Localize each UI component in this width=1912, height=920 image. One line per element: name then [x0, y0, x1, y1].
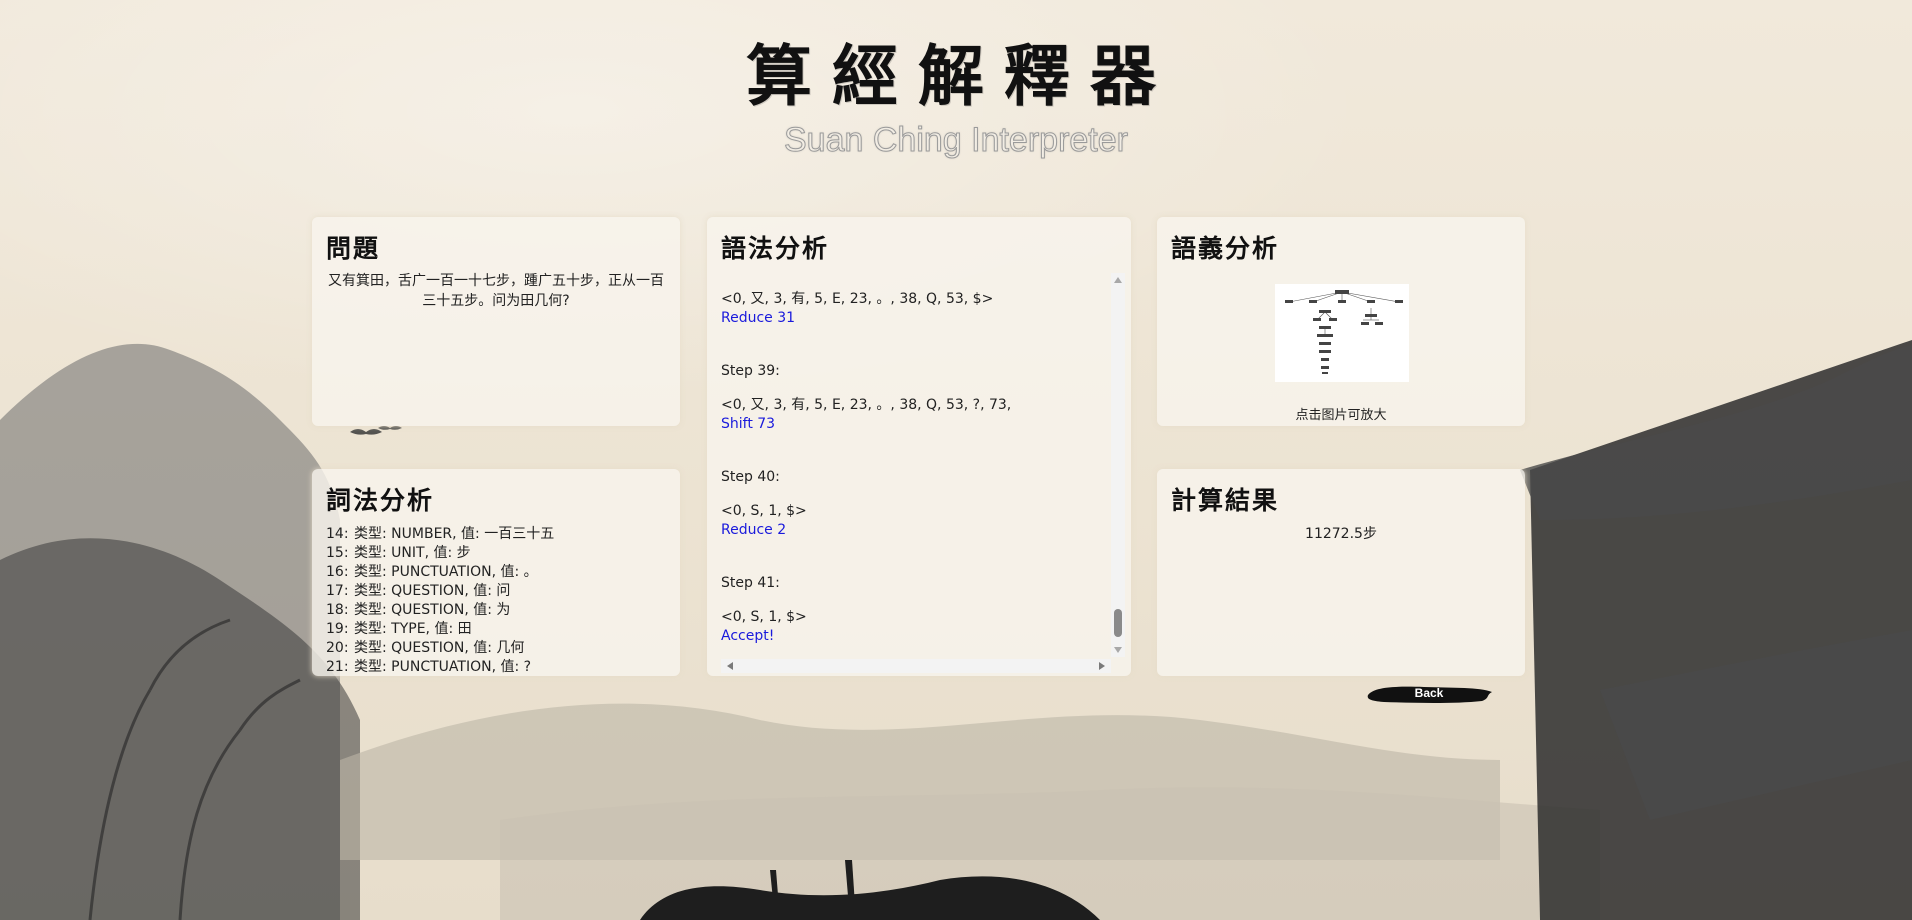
semantic-analysis-panel: 語義分析 点击图片可放大 [1157, 217, 1525, 426]
scroll-right-arrow-icon[interactable] [1099, 662, 1105, 670]
step-stack: <0, S, 1, $> [721, 609, 807, 625]
token-item: 21: 类型: PUNCTUATION, 值: ? [326, 658, 666, 677]
token-index: 18: [326, 602, 349, 618]
step-label: Step 41: [721, 575, 780, 591]
parse-tree-thumbnail[interactable] [1275, 284, 1409, 382]
zoom-hint-text: 点击图片可放大 [1295, 408, 1387, 423]
syntax-step: Step 39: <0, 又, 3, 有, 5, E, 23, 。, 38, Q… [721, 362, 1105, 434]
token-item: 16: 类型: PUNCTUATION, 值: 。 [326, 563, 666, 582]
question-text: 又有箕田，舌广一百一十七步，踵广五十步，正从一百三十五步。问为田几何? [328, 273, 664, 309]
token-item: 20: 类型: QUESTION, 值: 几何 [326, 639, 666, 658]
syntax-analysis-panel: 語法分析 <0, 又, 3, 有, 5, E, 23, 。, 38, Q, 53… [707, 217, 1131, 676]
semantic-panel-title: 語義分析 [1171, 234, 1280, 263]
token-index: 14: [326, 526, 349, 542]
lexical-analysis-panel: 詞法分析 14: 类型: NUMBER, 值: 一百三十五 15: 类型: UNIT… [312, 469, 680, 676]
question-panel-title: 問題 [326, 234, 381, 263]
token-text: 类型: QUESTION, 值: 为 [354, 602, 511, 618]
result-panel-title: 計算結果 [1171, 486, 1280, 515]
app-subtitle: Suan Ching Interpreter [784, 121, 1129, 160]
token-text: 类型: NUMBER, 值: 一百三十五 [354, 526, 555, 542]
scroll-left-arrow-icon[interactable] [727, 662, 733, 670]
token-text: 类型: PUNCTUATION, 值: 。 [354, 564, 538, 580]
token-index: 19: [326, 621, 349, 637]
scrollbar-thumb[interactable] [1114, 609, 1122, 637]
token-text: 类型: QUESTION, 值: 几何 [354, 640, 525, 656]
step-action: Shift 73 [721, 416, 776, 432]
syntax-steps: <0, 又, 3, 有, 5, E, 23, 。, 38, Q, 53, $> … [721, 273, 1105, 662]
step-label: Step 39: [721, 363, 780, 379]
parse-tree-image [1285, 290, 1403, 374]
token-index: 20: [326, 640, 349, 656]
syntax-vertical-scrollbar[interactable] [1111, 273, 1125, 657]
step-action: Reduce 2 [721, 522, 787, 538]
token-item: 17: 类型: QUESTION, 值: 问 [326, 582, 666, 601]
token-text: 类型: UNIT, 值: 步 [354, 545, 471, 561]
syntax-step: Step 41: <0, S, 1, $> Accept! [721, 574, 1105, 646]
token-index: 16: [326, 564, 349, 580]
token-text: 类型: PUNCTUATION, 值: ? [354, 659, 532, 675]
question-panel: 問題 又有箕田，舌广一百一十七步，踵广五十步，正从一百三十五步。问为田几何? [312, 217, 680, 426]
token-list[interactable]: 14: 类型: NUMBER, 值: 一百三十五 15: 类型: UNIT, 值: … [326, 525, 666, 677]
token-index: 21: [326, 659, 349, 675]
token-item: 15: 类型: UNIT, 值: 步 [326, 544, 666, 563]
back-button[interactable]: Back [1364, 683, 1494, 705]
scroll-up-arrow-icon[interactable] [1114, 277, 1122, 283]
syntax-panel-title: 語法分析 [721, 234, 830, 263]
step-label: Step 40: [721, 469, 780, 485]
scroll-down-arrow-icon[interactable] [1114, 647, 1122, 653]
step-action: Accept! [721, 628, 775, 644]
calculation-result-panel: 計算結果 11272.5步 [1157, 469, 1525, 676]
token-index: 17: [326, 583, 349, 599]
back-button-label: Back [1414, 686, 1444, 700]
step-stack: <0, S, 1, $> [721, 503, 807, 519]
token-text: 类型: QUESTION, 值: 问 [354, 583, 511, 599]
step-stack: <0, 又, 3, 有, 5, E, 23, 。, 38, Q, 53, $> [721, 291, 994, 307]
step-action: Reduce 31 [721, 310, 796, 326]
syntax-horizontal-scrollbar[interactable] [721, 659, 1111, 673]
token-item: 14: 类型: NUMBER, 值: 一百三十五 [326, 525, 666, 544]
token-text: 类型: TYPE, 值: 田 [354, 621, 472, 637]
token-index: 15: [326, 545, 349, 561]
syntax-step: Step 40: <0, S, 1, $> Reduce 2 [721, 468, 1105, 540]
result-value: 11272.5步 [1305, 526, 1377, 542]
page-header: 算經解釋器 Suan Ching Interpreter [0, 36, 1912, 160]
token-item: 18: 类型: QUESTION, 值: 为 [326, 601, 666, 620]
syntax-step: <0, 又, 3, 有, 5, E, 23, 。, 38, Q, 53, $> … [721, 290, 1105, 328]
token-item: 19: 类型: TYPE, 值: 田 [326, 620, 666, 639]
app-title: 算經解釋器 [746, 37, 1176, 115]
syntax-steps-scroll-area[interactable]: <0, 又, 3, 有, 5, E, 23, 。, 38, Q, 53, $> … [721, 273, 1115, 662]
lexical-panel-title: 詞法分析 [326, 486, 435, 515]
step-stack: <0, 又, 3, 有, 5, E, 23, 。, 38, Q, 53, ?, … [721, 397, 1012, 413]
